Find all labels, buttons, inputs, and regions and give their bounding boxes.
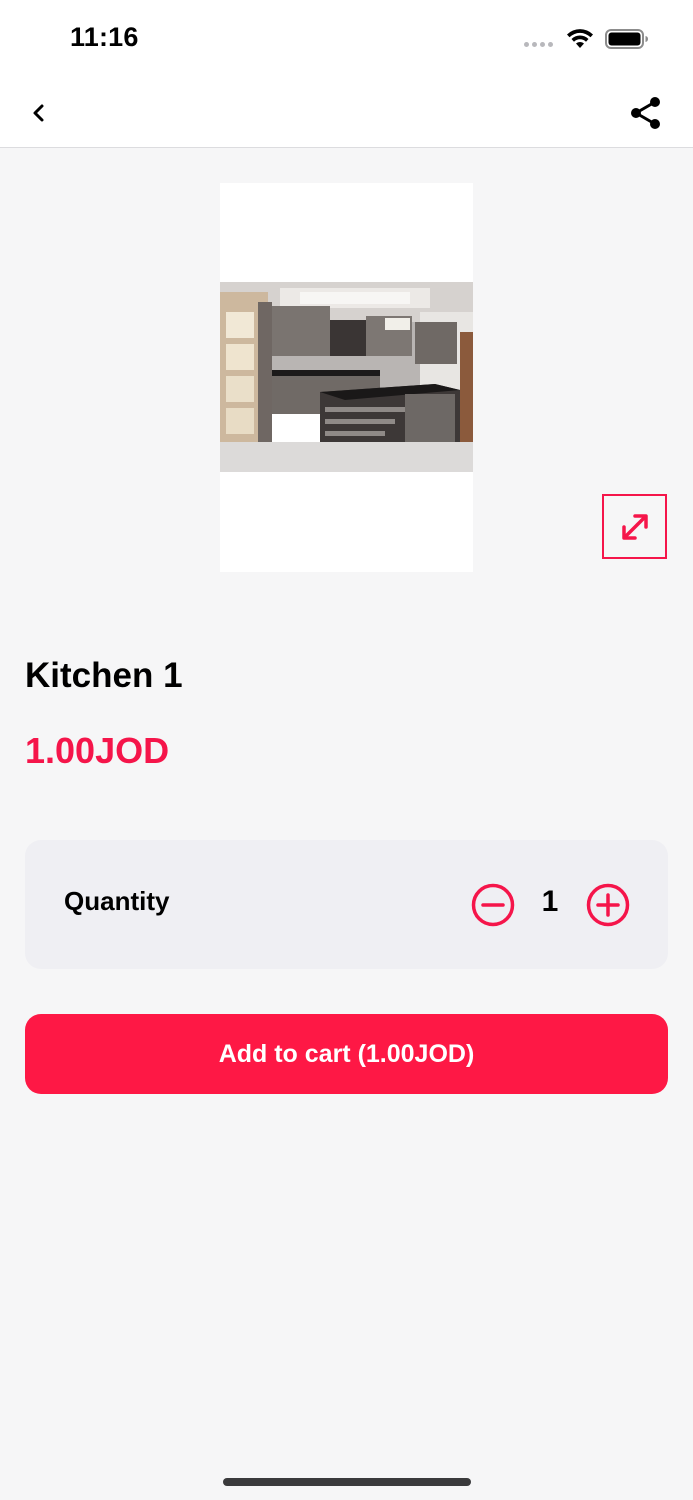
product-price: 1.00JOD: [25, 730, 170, 771]
expand-arrows-icon: [621, 513, 648, 540]
share-icon: [631, 97, 660, 129]
status-time: 11:16: [70, 22, 139, 52]
product-image-frame[interactable]: [220, 183, 473, 572]
product-photo: [220, 282, 473, 472]
back-button[interactable]: [24, 96, 54, 130]
quantity-label: Quantity: [64, 886, 170, 916]
minus-circle-icon[interactable]: [470, 882, 516, 928]
status-bar: 11:16: [0, 0, 693, 78]
chevron-left-icon: [33, 104, 44, 122]
expand-image-button[interactable]: [602, 494, 667, 559]
share-button[interactable]: [626, 94, 666, 132]
product-title: Kitchen 1: [25, 656, 183, 695]
wifi-icon: [567, 29, 593, 48]
cellular-dots-icon: [524, 42, 553, 47]
quantity-value: 1: [541, 885, 559, 918]
quantity-selector: Quantity 1: [25, 840, 668, 969]
navigation-bar: [0, 78, 693, 148]
home-indicator[interactable]: [223, 1478, 471, 1486]
battery-icon: [605, 29, 648, 49]
add-to-cart-button[interactable]: Add to cart (1.00JOD): [25, 1014, 668, 1094]
plus-circle-icon[interactable]: [585, 882, 631, 928]
